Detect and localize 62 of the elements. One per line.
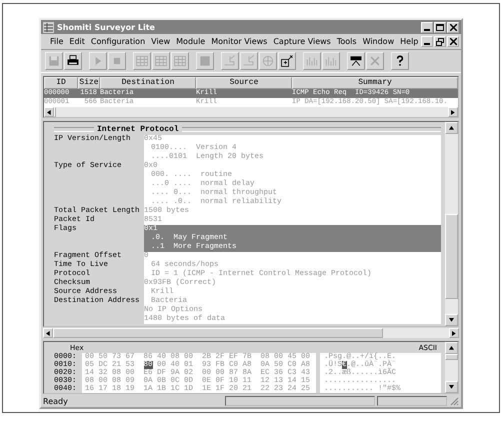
menu-item[interactable]: Monitor Views: [208, 37, 270, 46]
menu-item[interactable]: Edit: [66, 37, 88, 46]
delete-icon: [368, 54, 382, 68]
right-arrow-icon: [450, 110, 456, 114]
down-arrow-icon: [449, 318, 454, 322]
close-button[interactable]: [447, 36, 460, 47]
menu-item[interactable]: Help: [397, 37, 422, 46]
minimize-button[interactable]: [421, 22, 433, 32]
scrollbar-thumb[interactable]: [445, 354, 458, 360]
vertical-scrollbar[interactable]: [445, 342, 458, 393]
horizontal-scrollbar[interactable]: [43, 328, 459, 338]
up-arrow-icon: [449, 126, 454, 130]
close-icon: [450, 24, 456, 30]
vertical-scrollbar[interactable]: [445, 122, 458, 326]
left-arrow-icon: [46, 110, 52, 114]
minimize-button[interactable]: [421, 36, 434, 47]
maximize-button[interactable]: [434, 22, 446, 32]
table-icon: [154, 54, 168, 68]
scrollbar-thumb[interactable]: [54, 107, 56, 117]
maximize-icon: [436, 24, 444, 30]
restore-button[interactable]: [434, 36, 446, 47]
menu-item[interactable]: Capture Views: [270, 37, 334, 46]
menu-item[interactable]: Tools: [334, 37, 360, 46]
column-header[interactable]: Destination: [100, 77, 196, 89]
column-header[interactable]: Summary: [292, 77, 458, 89]
toolbar-button[interactable]: [64, 52, 82, 70]
column-header[interactable]: Size: [78, 77, 100, 89]
toolbar-button[interactable]: [391, 52, 409, 70]
horizontal-scrollbar[interactable]: [44, 107, 458, 117]
up-arrow-icon: [449, 346, 454, 350]
print-icon: [66, 54, 80, 68]
table-icon: [173, 54, 187, 68]
menu-item[interactable]: Window: [360, 37, 398, 46]
right-arrow-icon: [452, 330, 456, 336]
app-icon: [43, 22, 54, 32]
menu-item[interactable]: Module: [173, 37, 208, 46]
menu-item[interactable]: File: [47, 37, 66, 46]
table-icon: [135, 54, 149, 68]
tools-icon: [280, 54, 294, 68]
close-button[interactable]: [447, 22, 459, 32]
scrollbar-thumb[interactable]: [53, 328, 383, 338]
save-icon: [47, 54, 61, 68]
restore-icon: [436, 38, 444, 46]
status-panel: [377, 396, 447, 406]
column-header[interactable]: Source: [196, 77, 292, 89]
menu-item[interactable]: View: [148, 37, 174, 46]
left-arrow-icon: [46, 330, 50, 336]
window-title: Shomiti Surveyor Lite: [57, 22, 156, 32]
status-text: Ready: [43, 396, 69, 406]
column-header[interactable]: ID: [44, 77, 78, 89]
square-icon: [198, 54, 212, 68]
close-icon: [450, 38, 457, 45]
toolbar-button[interactable]: [278, 52, 296, 70]
menu-item[interactable]: Configuration: [88, 37, 148, 46]
chart-icon: [324, 54, 338, 68]
toolbar-button[interactable]: [347, 52, 365, 70]
section-title: Internet Protocol: [97, 125, 179, 134]
down-arrow-icon: [449, 384, 454, 390]
scrollbar-thumb[interactable]: [445, 214, 458, 299]
resize-grip-icon[interactable]: [449, 396, 459, 406]
chart-icon: [305, 54, 319, 68]
globe-icon: [261, 54, 275, 68]
